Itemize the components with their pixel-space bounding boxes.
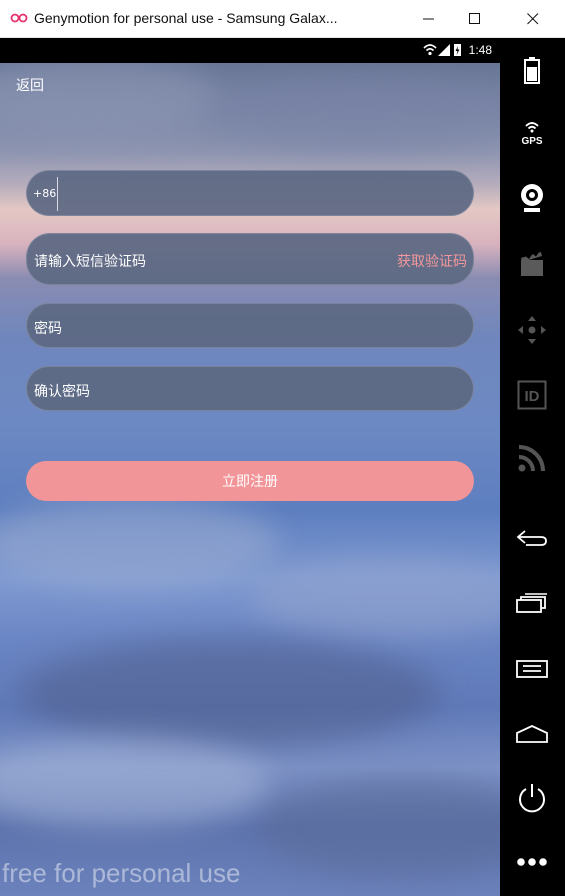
back-icon xyxy=(516,530,547,546)
password-placeholder: 密码 xyxy=(34,321,62,337)
android-back-button[interactable] xyxy=(512,518,552,558)
close-icon xyxy=(527,13,539,25)
background-cloud xyxy=(0,738,270,828)
screencast-button[interactable] xyxy=(512,244,552,284)
background-cloud xyxy=(250,558,500,638)
phone-field[interactable]: +86 xyxy=(26,170,474,216)
signal-icon xyxy=(438,44,450,56)
broadcast-icon xyxy=(518,445,545,472)
sms-code-placeholder: 请输入短信验证码 xyxy=(34,254,146,270)
phone-input[interactable] xyxy=(65,179,465,209)
more-icon xyxy=(517,858,547,866)
device-id-button[interactable]: ID xyxy=(512,375,552,415)
status-bar: 1:48 xyxy=(0,38,500,63)
recent-apps-icon xyxy=(516,593,547,613)
device-id-icon: ID xyxy=(517,380,547,410)
webcam-icon xyxy=(521,184,543,212)
battery-icon xyxy=(524,57,540,84)
battery-charging-icon xyxy=(454,44,461,56)
window-titlebar: Genymotion for personal use - Samsung Ga… xyxy=(0,0,565,38)
dpad-icon xyxy=(518,316,546,344)
country-code-prefix: +86 xyxy=(33,187,57,200)
svg-text:GPS: GPS xyxy=(521,136,542,146)
svg-text:ID: ID xyxy=(525,388,540,405)
dpad-button[interactable] xyxy=(512,310,552,350)
broadcast-button[interactable] xyxy=(512,438,552,478)
battery-button[interactable] xyxy=(512,50,552,90)
watermark-text: free for personal use xyxy=(2,858,241,888)
wifi-icon xyxy=(423,44,437,56)
confirm-password-field[interactable]: 确认密码 xyxy=(26,366,474,411)
background-cloud xyxy=(0,58,220,138)
screencast-icon xyxy=(521,251,543,276)
maximize-icon xyxy=(469,13,480,24)
maximize-button[interactable] xyxy=(452,0,498,38)
minimize-icon xyxy=(423,18,434,20)
power-button[interactable] xyxy=(512,778,552,818)
background-cloud xyxy=(20,638,440,748)
recent-apps-button[interactable] xyxy=(512,583,552,623)
close-button[interactable] xyxy=(510,0,556,38)
background-cloud xyxy=(0,498,280,588)
password-field[interactable]: 密码 xyxy=(26,303,474,348)
menu-icon xyxy=(516,660,548,678)
get-code-button[interactable]: 获取验证码 xyxy=(397,251,467,271)
power-icon xyxy=(519,784,545,813)
confirm-password-placeholder: 确认密码 xyxy=(34,384,90,400)
android-home-button[interactable] xyxy=(512,714,552,754)
status-icons xyxy=(423,44,461,56)
gps-icon: GPS xyxy=(521,122,543,146)
genymotion-logo-icon xyxy=(10,13,28,23)
home-icon xyxy=(516,725,548,743)
android-menu-button[interactable] xyxy=(512,648,552,688)
sms-code-field[interactable]: 请输入短信验证码 获取验证码 xyxy=(26,233,474,285)
background-cloud xyxy=(260,778,500,878)
prefix-divider xyxy=(57,177,58,211)
minimize-button[interactable] xyxy=(406,0,452,38)
background-cloud xyxy=(200,78,500,148)
emulator-sidebar: GPS ID xyxy=(500,38,565,896)
status-time: 1:48 xyxy=(468,43,492,57)
webcam-button[interactable] xyxy=(512,178,552,218)
more-button[interactable] xyxy=(512,842,552,882)
window-title: Genymotion for personal use - Samsung Ga… xyxy=(34,10,338,26)
register-button[interactable]: 立即注册 xyxy=(26,461,474,501)
gps-button[interactable]: GPS xyxy=(512,113,552,153)
back-link[interactable]: 返回 xyxy=(16,75,44,95)
device-screen: 1:48 返回 +86 请输入短信验证码 获取验证码 密码 确认密码 立即注册 … xyxy=(0,38,500,896)
